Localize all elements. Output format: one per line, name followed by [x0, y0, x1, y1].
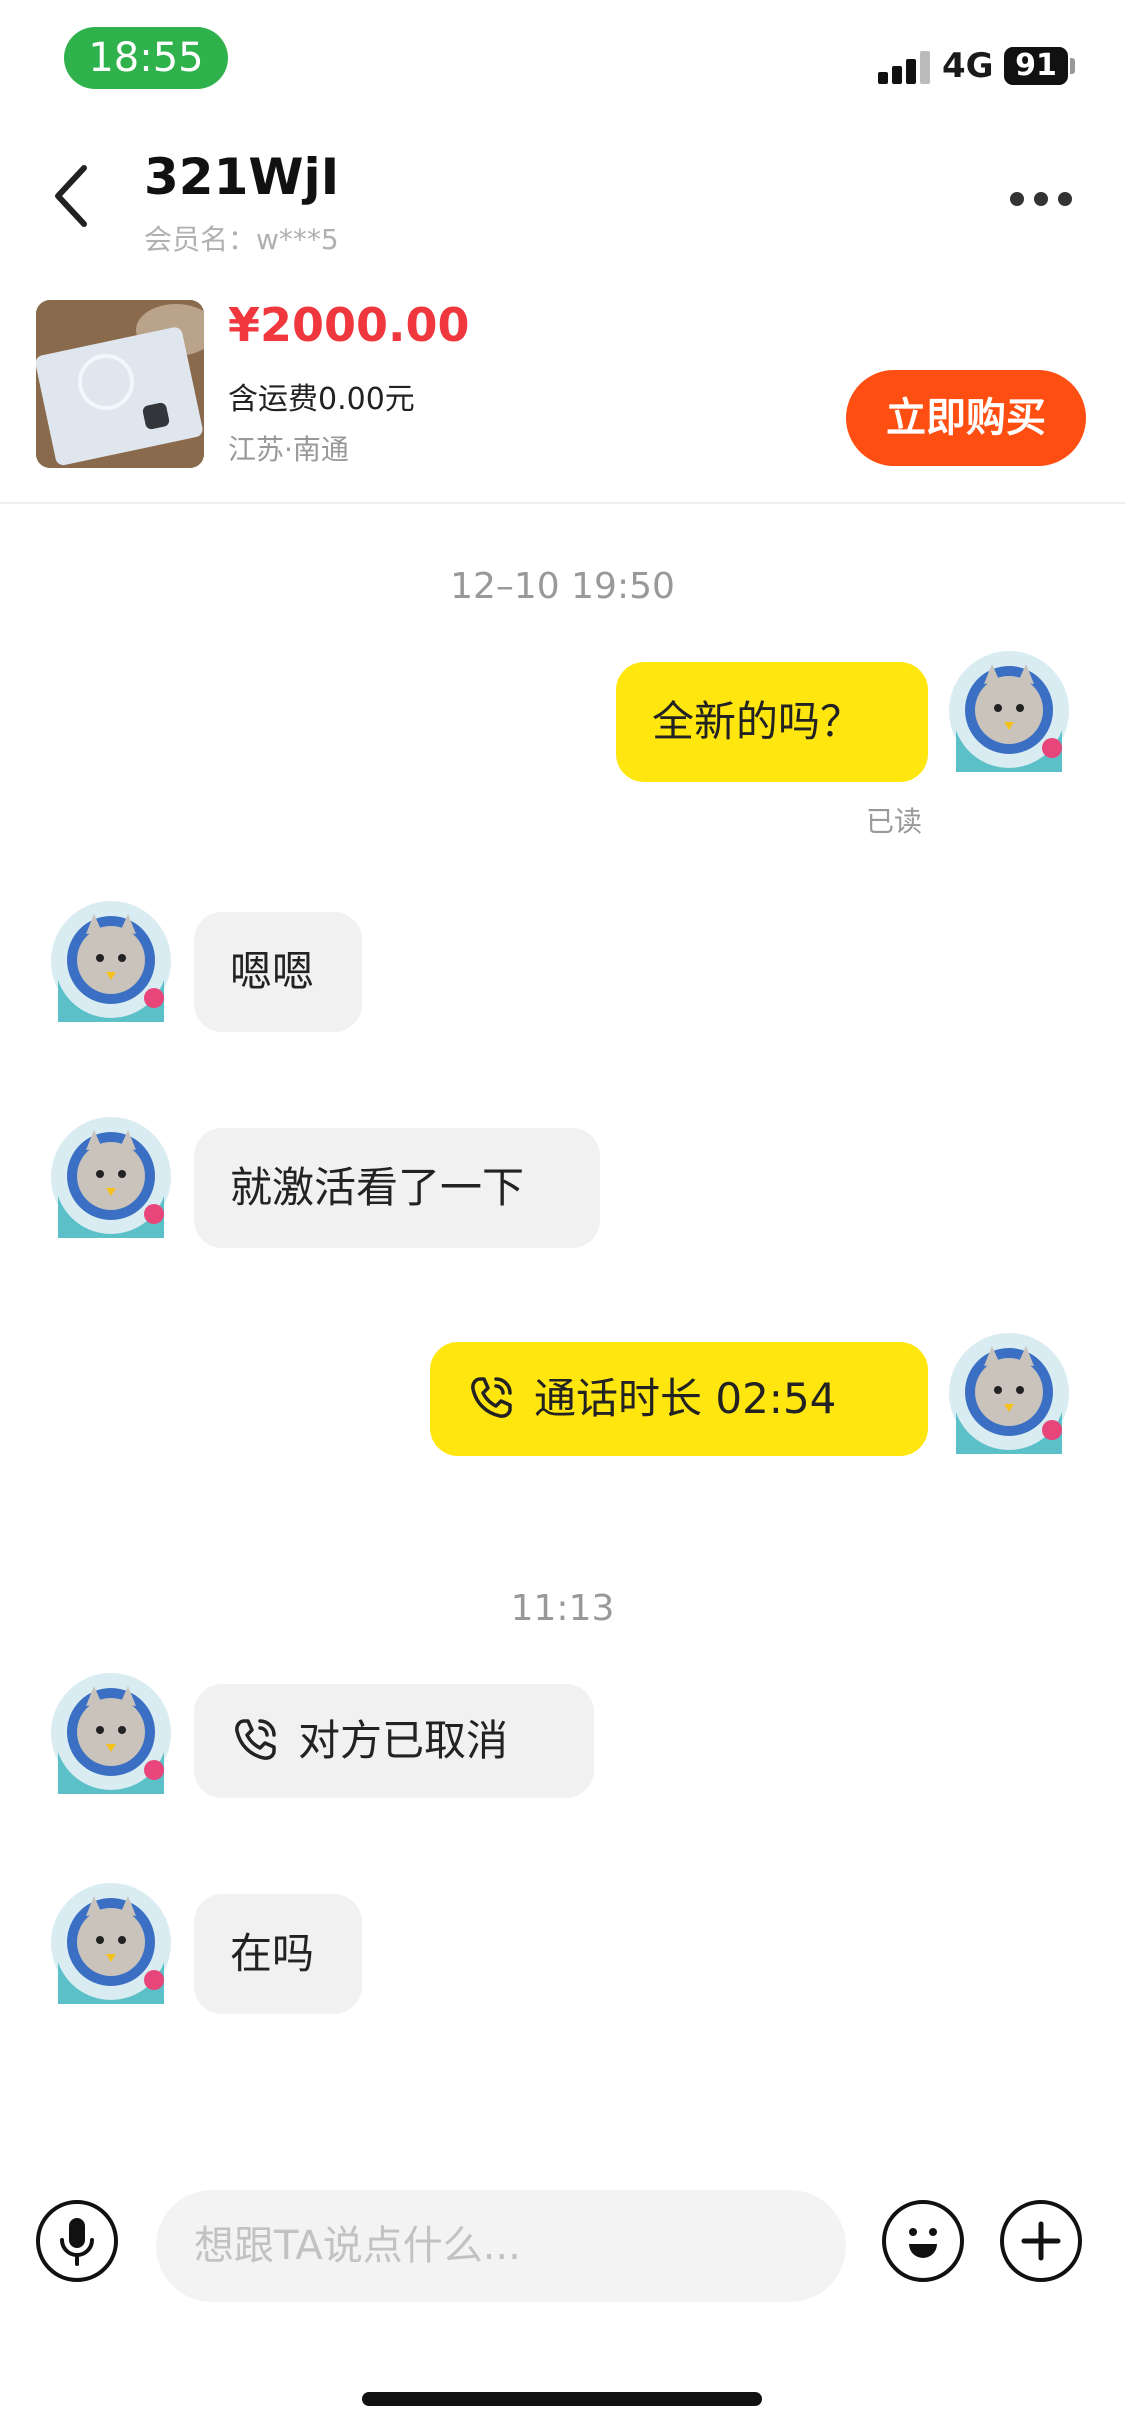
message-bubble-incoming[interactable]: 就激活看了一下 — [194, 1128, 600, 1248]
contact-avatar[interactable] — [50, 900, 172, 1022]
message-bubble-incoming[interactable]: 嗯嗯 — [194, 912, 362, 1032]
message-bubble-outgoing[interactable]: 全新的吗？ — [616, 662, 928, 782]
member-name: 会员名：w***5 — [144, 223, 339, 256]
phone-icon — [235, 1718, 276, 1760]
more-button[interactable] — [1000, 180, 1080, 210]
smiley-icon — [909, 2228, 937, 2258]
battery-level: 91 — [1015, 48, 1057, 83]
battery-tip — [1070, 58, 1075, 74]
more-icon — [1010, 192, 1024, 206]
message-input[interactable] — [156, 2190, 846, 2302]
back-button[interactable] — [40, 156, 100, 236]
signal-icon — [878, 50, 930, 84]
product-price: ¥2000.00 — [228, 298, 470, 352]
add-button[interactable] — [1000, 2200, 1082, 2282]
contact-avatar[interactable] — [50, 1882, 172, 2004]
product-image[interactable] — [36, 300, 204, 468]
chat-header: 321WjI 会员名：w***5 — [0, 130, 1125, 260]
network-type: 4G — [942, 46, 994, 86]
contact-avatar[interactable] — [50, 1116, 172, 1238]
phone-icon — [471, 1376, 512, 1418]
microphone-icon — [60, 2218, 94, 2266]
voice-button[interactable] — [36, 2200, 118, 2282]
read-status: 已读 — [866, 805, 923, 838]
contact-avatar[interactable] — [50, 1672, 172, 1794]
home-indicator[interactable] — [362, 2392, 762, 2406]
my-avatar[interactable] — [948, 650, 1070, 772]
my-avatar[interactable] — [948, 1332, 1070, 1454]
chat-timestamp: 12–10 19:50 — [450, 566, 675, 607]
emoji-button[interactable] — [882, 2200, 964, 2282]
battery-icon: 91 — [1004, 47, 1068, 85]
buy-now-button[interactable]: 立即购买 — [846, 370, 1086, 466]
message-composer — [0, 2190, 1125, 2310]
call-record-incoming[interactable]: 对方已取消 — [194, 1684, 594, 1798]
shipping-fee: 含运费0.00元 — [228, 382, 415, 417]
product-card[interactable]: ¥2000.00 含运费0.00元 江苏·南通 立即购买 — [0, 290, 1125, 504]
status-bar: 18:55 4G 91 — [0, 0, 1125, 120]
message-bubble-incoming[interactable]: 在吗 — [194, 1894, 362, 2014]
chat-timestamp: 11:13 — [510, 1588, 615, 1629]
call-status: 对方已取消 — [298, 1716, 509, 1765]
plus-icon — [1021, 2221, 1061, 2261]
status-time: 18:55 — [64, 27, 228, 89]
contact-name: 321WjI — [144, 148, 340, 206]
call-duration: 通话时长 02:54 — [534, 1374, 837, 1423]
call-record-outgoing[interactable]: 通话时长 02:54 — [430, 1342, 928, 1456]
product-location: 江苏·南通 — [228, 433, 349, 466]
chevron-left-icon — [55, 165, 87, 227]
